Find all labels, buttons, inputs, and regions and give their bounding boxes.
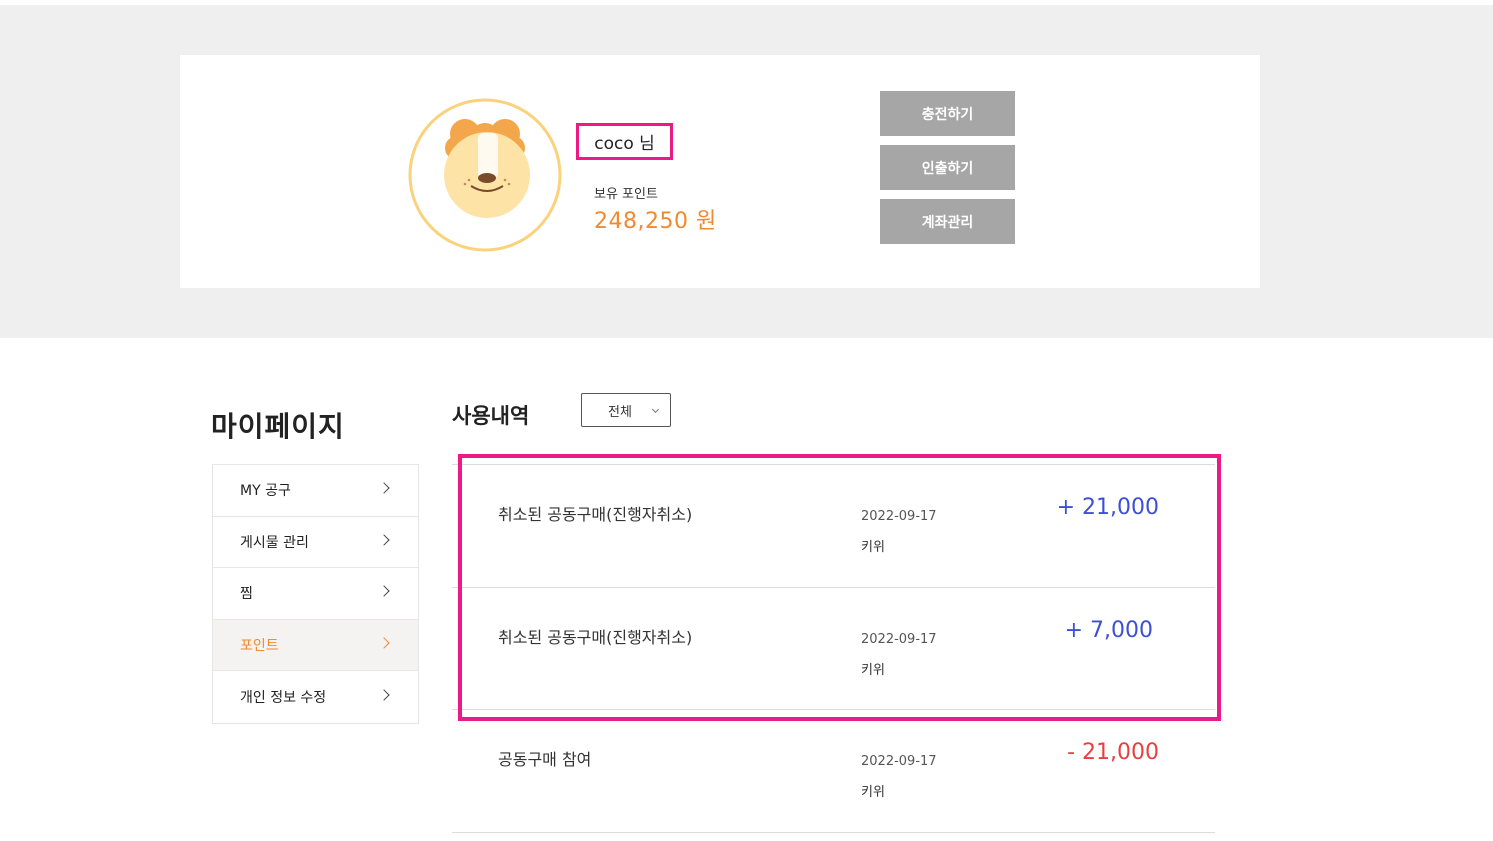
lion-avatar-icon	[407, 98, 563, 252]
sidebar-item-label: MY 공구	[240, 483, 291, 500]
sidebar-item-label: 포인트	[240, 637, 279, 654]
charge-button[interactable]: 충전하기	[880, 91, 1015, 136]
history-amount: - 21,000	[1067, 740, 1159, 765]
sidebar-item-label: 개인 정보 수정	[240, 689, 327, 706]
sidebar-item-label: 게시물 관리	[240, 534, 309, 551]
history-title: 사용내역	[452, 404, 530, 428]
history-amount: + 21,000	[1056, 495, 1159, 520]
user-nickname: coco 님	[576, 123, 673, 160]
account-manage-button[interactable]: 계좌관리	[880, 199, 1015, 244]
mypage-title: 마이페이지	[211, 410, 345, 443]
points-label: 보유 포인트	[594, 187, 658, 202]
history-row: 취소된 공동구매(진행자취소) 2022-09-17 키위 + 7,000	[452, 588, 1215, 710]
history-amount: + 7,000	[1064, 617, 1153, 643]
sidebar-item-points[interactable]: 포인트	[213, 619, 418, 671]
sidebar-item-my-group-buy[interactable]: MY 공구	[213, 465, 418, 517]
chevron-right-icon	[378, 585, 390, 597]
chevron-right-icon	[378, 534, 390, 546]
points-value: 248,250 원	[594, 209, 717, 234]
history-date: 2022-09-17	[861, 631, 937, 647]
history-participant: 키위	[861, 662, 885, 678]
history-participant: 키위	[861, 785, 885, 800]
chevron-right-icon	[378, 482, 390, 494]
profile-card	[180, 55, 1260, 288]
history-filter-select[interactable]: 전체	[581, 393, 671, 427]
sidebar-item-profile-edit[interactable]: 개인 정보 수정	[213, 671, 418, 723]
history-date: 2022-09-17	[861, 509, 937, 524]
history-description: 취소된 공동구매(진행자취소)	[498, 627, 693, 647]
history-description: 취소된 공동구매(진행자취소)	[498, 505, 693, 524]
history-row: 공동구매 참여 2022-09-17 키위 - 21,000	[452, 710, 1215, 833]
filter-selected-value: 전체	[608, 404, 632, 420]
withdraw-button[interactable]: 인출하기	[880, 145, 1015, 190]
sidebar-item-posts[interactable]: 게시물 관리	[213, 517, 418, 568]
chevron-down-icon	[651, 405, 660, 414]
chevron-right-icon	[378, 637, 390, 649]
history-row: 취소된 공동구매(진행자취소) 2022-09-17 키위 + 21,000	[452, 465, 1215, 588]
history-participant: 키위	[861, 540, 885, 555]
chevron-right-icon	[378, 689, 390, 701]
sidebar-item-label: 찜	[240, 586, 253, 603]
sidebar-menu: MY 공구 게시물 관리 찜 포인트 개인 정보 수정	[212, 464, 419, 724]
history-list: 취소된 공동구매(진행자취소) 2022-09-17 키위 + 21,000 취…	[452, 464, 1215, 833]
history-date: 2022-09-17	[861, 754, 937, 769]
history-description: 공동구매 참여	[498, 750, 592, 769]
sidebar-item-wishlist[interactable]: 찜	[213, 568, 418, 620]
